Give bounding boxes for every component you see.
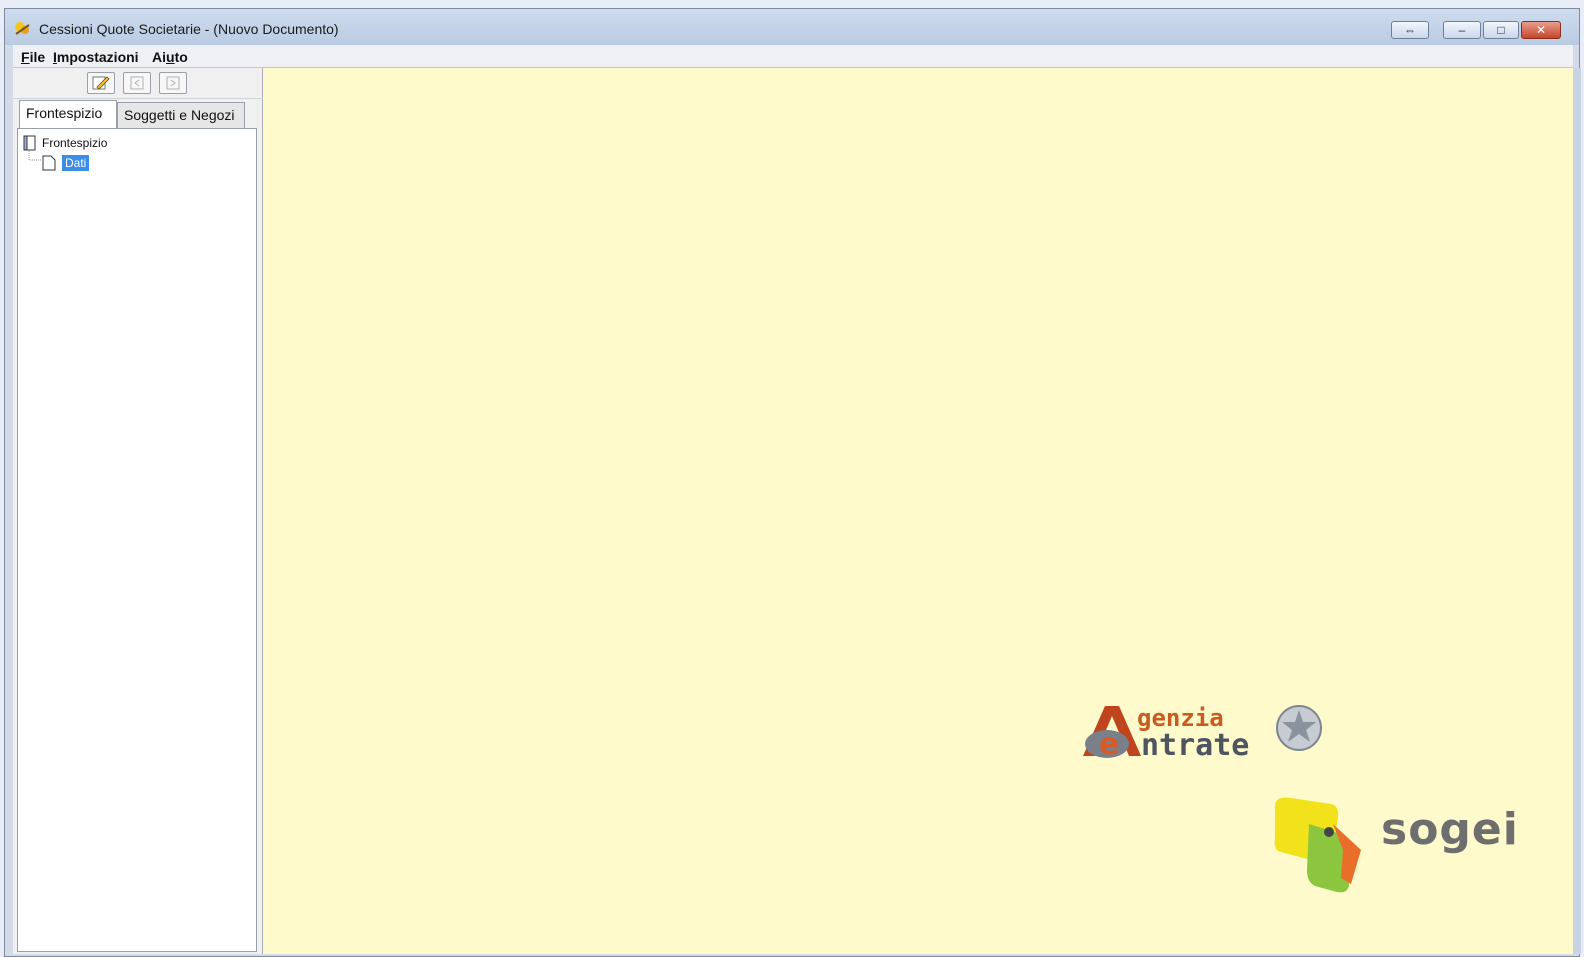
app-icon <box>15 22 30 35</box>
title-bar[interactable]: Cessioni Quote Societarie - (Nuovo Docum… <box>5 9 1579 45</box>
sogei-logo: sogei <box>1271 794 1518 899</box>
minimize-button[interactable]: – <box>1443 21 1481 39</box>
maximize-icon: □ <box>1497 23 1505 37</box>
tab-soggetti-e-negozi[interactable]: Soggetti e Negozi <box>117 102 245 128</box>
menu-file[interactable]: File <box>21 49 45 65</box>
main-content: e genzia ntrate sogei <box>263 68 1573 954</box>
left-panel: Frontespizio Soggetti e Negozi Frontespi… <box>13 68 263 954</box>
close-button[interactable]: ✕ <box>1521 21 1561 39</box>
edit-button[interactable] <box>87 72 115 94</box>
page-icon <box>42 155 56 171</box>
pencil-icon <box>92 76 110 90</box>
page-back-icon <box>130 76 144 90</box>
app-window: Cessioni Quote Societarie - (Nuovo Docum… <box>4 8 1581 957</box>
agenzia-text-bottom: ntrate <box>1141 728 1250 763</box>
tree-label-frontespizio: Frontespizio <box>42 136 108 150</box>
tree-item-dati[interactable]: Dati <box>42 155 90 171</box>
tree-label-dati: Dati <box>62 155 90 171</box>
window-title: Cessioni Quote Societarie - (Nuovo Docum… <box>39 21 339 37</box>
menu-impostazioni[interactable]: Impostazioni <box>53 49 139 65</box>
menu-bar: File Impostazioni Aiuto <box>13 45 1573 68</box>
previous-page-button[interactable] <box>123 72 151 94</box>
close-icon: ✕ <box>1535 23 1547 37</box>
svg-text:e: e <box>1099 727 1119 762</box>
sogei-text: sogei <box>1381 804 1519 855</box>
minimize-icon: – <box>1458 23 1466 37</box>
menu-aiuto[interactable]: Aiuto <box>152 49 188 65</box>
arrows-horizontal-icon: ⇔ <box>1404 23 1416 37</box>
tab-frontespizio[interactable]: Frontespizio <box>19 100 117 128</box>
agenzia-entrate-logo: e genzia ntrate <box>1075 698 1325 773</box>
panel-toolbar <box>13 68 263 99</box>
next-page-button[interactable] <box>159 72 187 94</box>
window-edge <box>1573 68 1581 954</box>
restore-size-button[interactable]: ⇔ <box>1391 21 1429 39</box>
page-forward-icon <box>166 76 180 90</box>
maximize-button[interactable]: □ <box>1483 21 1519 39</box>
document-tree: Frontespizio Dati <box>17 128 257 952</box>
